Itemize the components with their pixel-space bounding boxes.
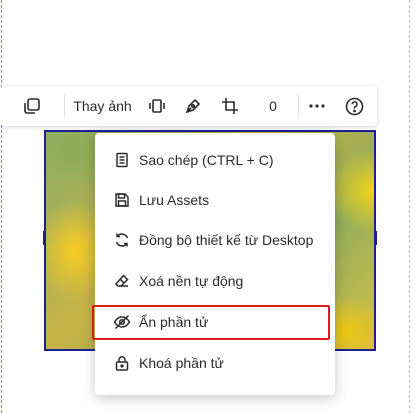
element-toolbar: Thay ảnh 0 bbox=[0, 86, 377, 126]
menu-item-hide-element[interactable]: Ẩn phần tử bbox=[95, 302, 335, 342]
menu-item-label: Đồng bộ thiết kế từ Desktop bbox=[139, 232, 314, 248]
menu-item-sync-desktop[interactable]: Đồng bộ thiết kế từ Desktop bbox=[95, 220, 335, 260]
rotation-value-text: 0 bbox=[269, 98, 277, 114]
menu-item-label: Khoá phần tử bbox=[139, 355, 224, 371]
sync-icon bbox=[113, 231, 131, 249]
menu-item-remove-background[interactable]: Xoá nền tự động bbox=[95, 261, 335, 301]
replace-image-label: Thay ảnh bbox=[73, 98, 132, 114]
menu-item-label: Lưu Assets bbox=[139, 192, 210, 208]
eraser-icon bbox=[113, 272, 131, 290]
pen-icon bbox=[184, 97, 202, 115]
duplicate-button[interactable] bbox=[0, 86, 64, 126]
menu-item-copy[interactable]: Sao chép (CTRL + C) bbox=[95, 140, 335, 180]
crop-button[interactable] bbox=[212, 86, 248, 126]
pen-tool-button[interactable] bbox=[174, 86, 212, 126]
menu-item-label: Sao chép (CTRL + C) bbox=[139, 152, 274, 168]
copy-icon bbox=[23, 97, 41, 115]
resize-handle-left[interactable] bbox=[43, 231, 46, 245]
canvas-guide-left bbox=[1, 0, 2, 413]
document-copy-icon bbox=[113, 151, 131, 169]
menu-item-lock-element[interactable]: Khoá phần tử bbox=[95, 343, 335, 383]
resize-handle-right[interactable] bbox=[374, 231, 377, 245]
help-button[interactable] bbox=[335, 86, 373, 126]
flip-button[interactable] bbox=[140, 86, 174, 126]
lock-icon bbox=[113, 354, 131, 372]
more-options-menu: Sao chép (CTRL + C) Lưu Assets Đồng bộ t… bbox=[95, 133, 335, 395]
help-circle-icon bbox=[345, 97, 364, 116]
menu-item-save-assets[interactable]: Lưu Assets bbox=[95, 180, 335, 220]
menu-item-label: Ẩn phần tử bbox=[139, 314, 209, 330]
menu-item-label: Xoá nền tự động bbox=[139, 273, 244, 289]
eye-off-icon bbox=[113, 313, 131, 331]
replace-image-button[interactable]: Thay ảnh bbox=[65, 86, 140, 126]
rotation-value[interactable]: 0 bbox=[248, 86, 298, 126]
flip-icon bbox=[148, 97, 166, 115]
more-horizontal-icon bbox=[308, 97, 326, 115]
save-icon bbox=[113, 191, 131, 209]
more-options-button[interactable] bbox=[299, 86, 335, 126]
canvas-guide-right bbox=[409, 0, 410, 413]
crop-icon bbox=[221, 97, 239, 115]
